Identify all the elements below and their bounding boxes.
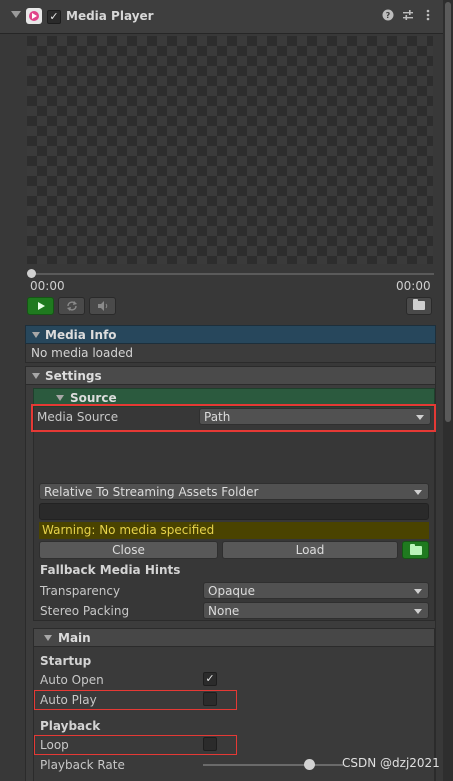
foldout-arrow-icon xyxy=(56,395,64,401)
video-preview xyxy=(27,36,433,264)
svg-text:?: ? xyxy=(386,11,391,20)
path-type-value: Relative To Streaming Assets Folder xyxy=(44,485,259,499)
component-header: ✓ Media Player ? xyxy=(0,0,443,34)
source-title: Source xyxy=(70,391,117,405)
component-enabled-checkbox[interactable]: ✓ xyxy=(47,10,61,24)
auto-open-label: Auto Open xyxy=(40,673,104,687)
stereo-packing-dropdown[interactable]: None xyxy=(203,602,429,619)
auto-open-checkbox[interactable]: ✓ xyxy=(203,672,217,686)
path-type-dropdown[interactable]: Relative To Streaming Assets Folder xyxy=(39,483,429,500)
transparency-dropdown[interactable]: Opaque xyxy=(203,582,429,599)
close-button[interactable]: Close xyxy=(39,541,218,559)
auto-play-highlight xyxy=(34,690,237,710)
media-source-highlight xyxy=(31,404,436,432)
transparency-value: Opaque xyxy=(208,584,256,598)
fallback-hints-title: Fallback Media Hints xyxy=(40,563,181,577)
transparency-label: Transparency xyxy=(40,584,121,598)
presets-icon[interactable] xyxy=(401,9,415,23)
loop-icon xyxy=(66,301,77,311)
loop-toggle-button[interactable] xyxy=(58,297,85,315)
foldout-arrow-icon xyxy=(32,373,40,379)
foldout-arrow-icon xyxy=(32,332,40,338)
stereo-packing-label: Stereo Packing xyxy=(40,604,130,618)
total-time: 00:00 xyxy=(396,279,431,293)
main-title: Main xyxy=(58,631,91,645)
open-folder-button[interactable] xyxy=(406,297,432,315)
media-status-text: No media loaded xyxy=(31,346,133,360)
playback-rate-handle[interactable] xyxy=(304,759,315,770)
folder-icon xyxy=(413,299,425,310)
chevron-down-icon xyxy=(414,609,422,614)
load-button[interactable]: Load xyxy=(222,541,398,559)
help-icon[interactable]: ? xyxy=(381,9,395,23)
seek-handle[interactable] xyxy=(27,269,36,278)
media-info-title: Media Info xyxy=(45,328,117,342)
play-icon xyxy=(37,302,45,310)
chevron-down-icon xyxy=(414,589,422,594)
chevron-down-icon xyxy=(414,490,422,495)
media-info-header[interactable]: Media Info xyxy=(25,325,436,344)
watermark-text: CSDN @dzj2021 xyxy=(342,756,440,770)
playback-rate-label: Playback Rate xyxy=(40,758,125,772)
current-time: 00:00 xyxy=(30,279,65,293)
no-media-warning: Warning: No media specified xyxy=(39,522,429,539)
audio-button[interactable] xyxy=(89,297,116,315)
loop-highlight xyxy=(34,735,237,755)
main-header[interactable]: Main xyxy=(33,628,435,647)
settings-title: Settings xyxy=(45,369,102,383)
settings-header[interactable]: Settings xyxy=(25,366,436,385)
playback-title: Playback xyxy=(40,719,101,733)
media-player-icon xyxy=(26,8,42,24)
playback-rate-slider[interactable] xyxy=(203,764,343,766)
speaker-icon xyxy=(97,301,107,311)
browse-folder-button[interactable] xyxy=(402,541,429,559)
foldout-arrow-icon xyxy=(44,635,52,641)
play-button[interactable] xyxy=(27,297,54,315)
foldout-arrow-icon[interactable] xyxy=(11,11,21,18)
warning-text: Warning: No media specified xyxy=(42,523,215,537)
component-title: Media Player xyxy=(66,9,154,23)
media-info-body: No media loaded xyxy=(25,344,436,363)
stereo-packing-value: None xyxy=(208,604,240,618)
scrollbar-thumb[interactable] xyxy=(445,2,451,422)
folder-icon xyxy=(409,544,422,555)
inspector-scrollbar[interactable] xyxy=(443,0,453,781)
media-path-input[interactable] xyxy=(39,503,429,520)
seek-bar[interactable] xyxy=(27,269,434,278)
startup-title: Startup xyxy=(40,654,92,668)
kebab-menu-icon[interactable] xyxy=(421,9,435,23)
